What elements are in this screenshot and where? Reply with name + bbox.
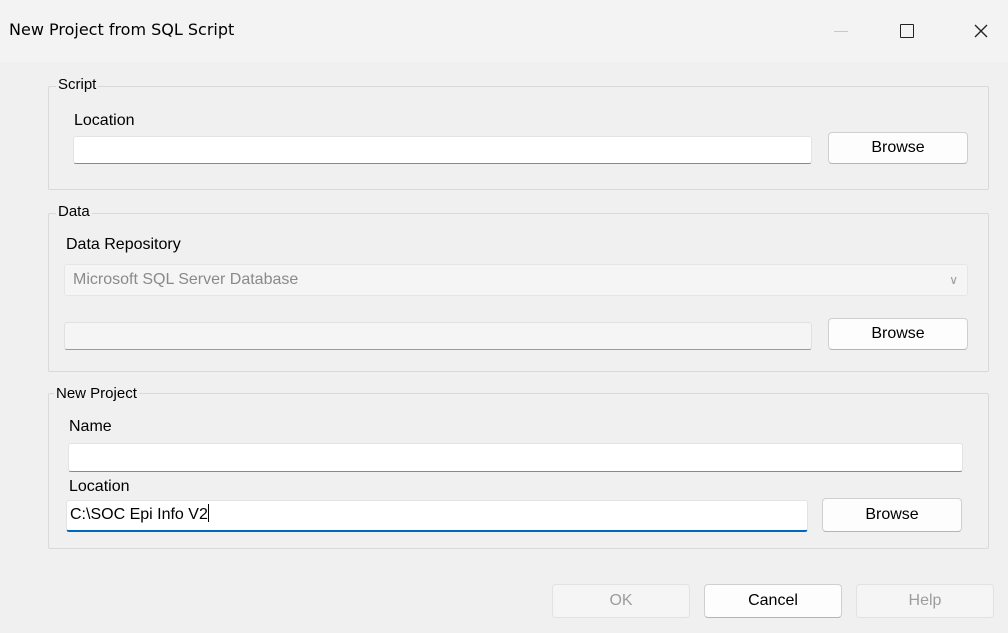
project-name-input[interactable]	[68, 443, 963, 472]
title-bar: New Project from SQL Script	[0, 0, 1008, 62]
project-location-value: C:\SOC Epi Info V2	[70, 506, 208, 523]
project-location-label: Location	[69, 478, 130, 495]
data-group-legend: Data	[56, 203, 92, 221]
project-name-label: Name	[69, 418, 112, 435]
data-browse-button[interactable]: Browse	[828, 318, 968, 350]
minimize-button[interactable]	[818, 0, 864, 62]
ok-button[interactable]: OK	[552, 584, 690, 618]
project-browse-button[interactable]: Browse	[822, 498, 962, 532]
close-button[interactable]	[958, 0, 1004, 62]
data-repository-selected: Microsoft SQL Server Database	[73, 271, 299, 288]
new-project-group-legend: New Project	[54, 385, 139, 403]
script-group-legend: Script	[56, 76, 99, 94]
script-location-input[interactable]	[73, 136, 812, 164]
minimize-icon	[834, 30, 848, 32]
cancel-button[interactable]: Cancel	[704, 584, 842, 618]
data-repository-label: Data Repository	[66, 236, 181, 253]
text-caret	[207, 504, 209, 522]
maximize-button[interactable]	[884, 0, 930, 62]
chevron-down-icon: ∨	[949, 273, 958, 287]
data-repository-select[interactable]: Microsoft SQL Server Database ∨	[64, 264, 968, 296]
maximize-icon	[900, 24, 914, 38]
script-browse-button[interactable]: Browse	[828, 132, 968, 164]
window-title: New Project from SQL Script	[9, 20, 235, 39]
help-button[interactable]: Help	[856, 584, 994, 618]
project-location-input[interactable]: C:\SOC Epi Info V2	[66, 500, 808, 532]
script-location-label: Location	[74, 112, 135, 129]
close-icon	[974, 24, 988, 38]
data-connection-input	[64, 322, 812, 350]
